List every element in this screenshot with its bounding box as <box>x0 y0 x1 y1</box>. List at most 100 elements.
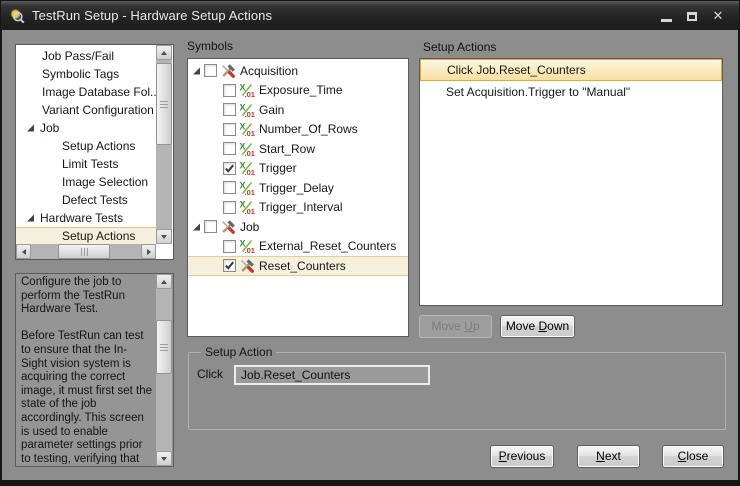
next-button[interactable]: Next <box>577 445 640 468</box>
triangle-expanded-icon[interactable] <box>192 222 202 232</box>
symbol-item-trigger-delay[interactable]: X.01Trigger_Delay <box>188 178 408 198</box>
nav-item-image-selection[interactable]: Image Selection <box>16 173 156 191</box>
symbol-item-gain[interactable]: X.01Gain <box>188 100 408 120</box>
symbol-item-label: Trigger <box>259 161 297 175</box>
nav-item-variant-configuration[interactable]: Variant Configuration <box>16 101 156 119</box>
symbol-item-label: Exposure_Time <box>259 83 343 97</box>
nav-item-limit-tests[interactable]: Limit Tests <box>16 155 156 173</box>
nav-scroll-left-button[interactable] <box>16 244 31 259</box>
svg-text:.01: .01 <box>245 90 255 98</box>
action-list-item[interactable]: Set Acquisition.Trigger to "Manual" <box>420 81 722 103</box>
description-scroll-down-button[interactable] <box>156 451 172 466</box>
numeric-parameter-icon: X.01 <box>239 180 255 196</box>
svg-text:.01: .01 <box>245 110 255 118</box>
svg-text:.01: .01 <box>245 207 255 215</box>
numeric-parameter-icon: X.01 <box>239 82 255 98</box>
symbol-item-number-of-rows[interactable]: X.01 Number_Of_Rows <box>188 120 408 140</box>
move-down-button[interactable]: Move Down <box>500 315 575 338</box>
symbol-item-job[interactable]: Job <box>188 217 408 237</box>
nav-item-hardware-tests[interactable]: Hardware Tests <box>16 209 156 227</box>
numeric-parameter-icon: X.01 <box>239 121 255 137</box>
nav-item-job-pass-fail[interactable]: Job Pass/Fail <box>16 47 156 65</box>
symbol-item-label: Number_Of_Rows <box>259 122 358 136</box>
symbol-item-trigger-interval[interactable]: X.01Trigger_Interval <box>188 198 408 218</box>
nav-item-setup-actions[interactable]: Setup Actions <box>16 227 156 244</box>
checkbox[interactable] <box>204 220 217 233</box>
nav-item-image-database-fol[interactable]: Image Database Fol... <box>16 83 156 101</box>
close-wizard-button[interactable]: Close <box>662 445 724 468</box>
tools-icon <box>220 219 236 235</box>
checkbox[interactable] <box>223 201 236 214</box>
svg-text:.01: .01 <box>245 246 255 254</box>
triangle-expanded-icon[interactable] <box>26 123 36 133</box>
testrun-setup-window: TestRun Setup - Hardware Setup Actions ✕… <box>0 0 740 486</box>
numeric-parameter-icon: X.01 <box>239 160 255 176</box>
close-button[interactable]: ✕ <box>705 5 731 27</box>
tools-icon <box>220 63 236 79</box>
symbol-item-reset-counters[interactable]: Reset_Counters <box>188 256 408 276</box>
symbol-item-start-row[interactable]: X.01Start_Row <box>188 139 408 159</box>
arrow-right-icon <box>147 249 151 255</box>
nav-scroll-up-button[interactable] <box>156 45 172 60</box>
nav-item-label: Limit Tests <box>62 157 118 171</box>
checkbox[interactable] <box>223 259 236 272</box>
symbol-item-exposure-time[interactable]: X.01 Exposure_Time <box>188 81 408 101</box>
nav-item-label: Symbolic Tags <box>42 67 119 81</box>
triangle-expanded-icon[interactable] <box>26 213 36 223</box>
window-controls: ✕ <box>653 5 731 27</box>
nav-item-label: Setup Actions <box>62 139 135 153</box>
nav-scroll-right-button[interactable] <box>141 244 156 259</box>
svg-text:.01: .01 <box>245 168 255 176</box>
action-item-label: Set Acquisition.Trigger to "Manual" <box>446 85 630 99</box>
nav-vscroll-thumb[interactable] <box>156 63 172 145</box>
nav-item-label: Image Selection <box>62 175 148 189</box>
description-paragraph: Before TestRun can test to ensure that t… <box>21 330 153 464</box>
symbol-item-external-reset-counters[interactable]: X.01External_Reset_Counters <box>188 237 408 257</box>
scroll-grip-icon <box>160 101 168 108</box>
checkbox[interactable] <box>223 162 236 175</box>
scrollbar-corner <box>156 244 172 259</box>
checkbox[interactable] <box>223 181 236 194</box>
nav-item-defect-tests[interactable]: Defect Tests <box>16 191 156 209</box>
symbol-item-label: Acquisition <box>240 64 298 78</box>
previous-button[interactable]: Previous <box>490 445 554 468</box>
nav-item-job[interactable]: Job <box>16 119 156 137</box>
arrow-down-icon <box>161 457 167 461</box>
symbol-item-label: Job <box>240 220 259 234</box>
checkbox[interactable] <box>223 103 236 116</box>
maximize-button[interactable] <box>679 5 705 27</box>
action-list-item[interactable]: Click Job.Reset_Counters <box>420 59 722 81</box>
setup-action-groupbox: Setup Action Click Job.Reset_Counters <box>188 352 726 430</box>
checkbox[interactable] <box>223 123 236 136</box>
checkbox[interactable] <box>223 84 236 97</box>
symbols-section-label: Symbols <box>187 39 233 53</box>
minimize-button[interactable] <box>653 5 679 27</box>
nav-item-symbolic-tags[interactable]: Symbolic Tags <box>16 65 156 83</box>
checkbox[interactable] <box>204 64 217 77</box>
window-title: TestRun Setup - Hardware Setup Actions <box>32 8 272 23</box>
symbol-item-acquisition[interactable]: Acquisition <box>188 61 408 81</box>
numeric-parameter-icon: X.01 <box>239 199 255 215</box>
nav-scroll-down-button[interactable] <box>156 229 172 244</box>
checkbox[interactable] <box>223 142 236 155</box>
nav-hscroll-thumb[interactable] <box>58 244 110 259</box>
maximize-icon <box>687 12 697 21</box>
nav-item-setup-actions[interactable]: Setup Actions <box>16 137 156 155</box>
triangle-expanded-icon[interactable] <box>192 66 202 76</box>
description-text: Configure the job to perform the TestRun… <box>21 276 153 464</box>
move-up-button[interactable]: Move Up <box>419 315 492 338</box>
description-scroll-up-button[interactable] <box>156 274 172 289</box>
setup-actions-section-label: Setup Actions <box>423 40 496 54</box>
numeric-parameter-icon: X.01 <box>239 141 255 157</box>
setup-action-value-field[interactable]: Job.Reset_Counters <box>234 365 430 385</box>
symbol-item-label: Gain <box>259 103 284 117</box>
scroll-grip-icon <box>160 344 168 351</box>
description-vscroll-thumb[interactable] <box>156 320 172 374</box>
nav-item-label: Job <box>40 121 59 135</box>
symbol-item-trigger[interactable]: X.01 Trigger <box>188 159 408 179</box>
checkbox[interactable] <box>223 240 236 253</box>
action-item-label: Click Job.Reset_Counters <box>447 63 586 77</box>
titlebar[interactable]: TestRun Setup - Hardware Setup Actions ✕ <box>1 1 739 30</box>
nav-item-label: Defect Tests <box>62 193 128 207</box>
description-box: Configure the job to perform the TestRun… <box>15 273 174 467</box>
